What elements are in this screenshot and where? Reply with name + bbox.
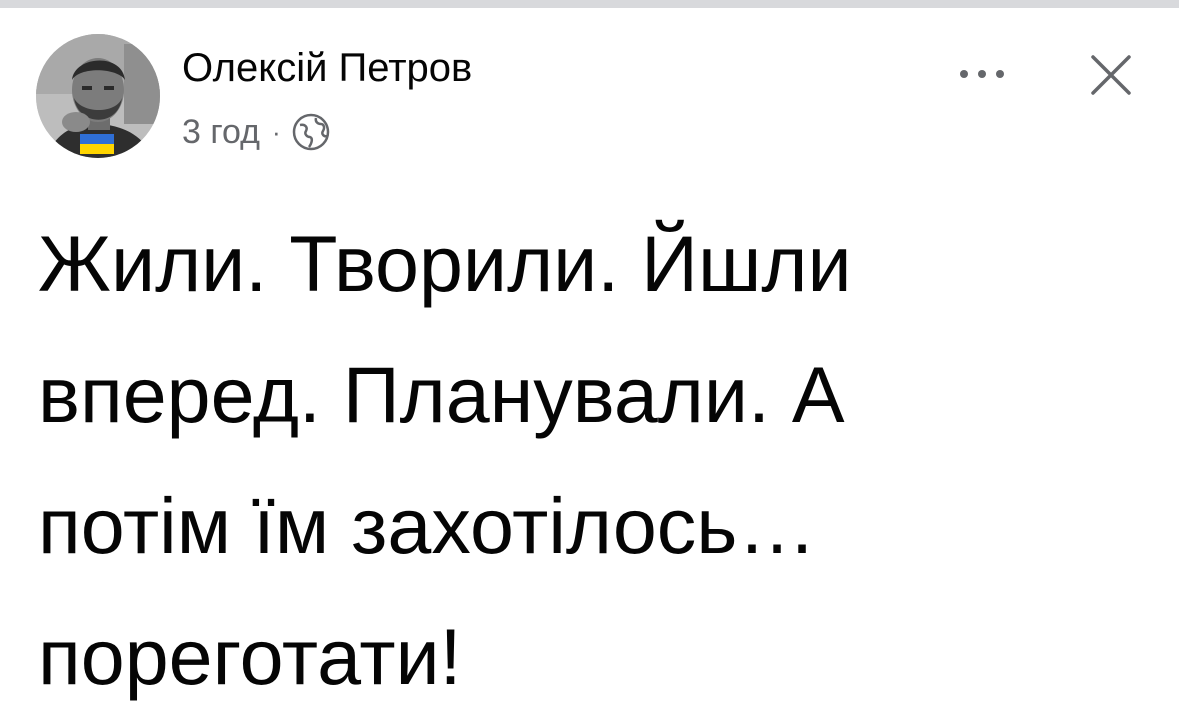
close-button[interactable] [1080, 44, 1142, 106]
close-icon [1091, 55, 1131, 95]
post-timestamp[interactable]: 3 год [182, 113, 260, 152]
more-options-icon [960, 70, 1004, 78]
more-options-button[interactable] [950, 52, 1014, 96]
avatar[interactable] [36, 34, 160, 158]
ukraine-flag-icon [80, 134, 114, 154]
author-name[interactable]: Олексій Петров [182, 44, 472, 92]
top-divider-strip [0, 0, 1179, 8]
post-text-line: Жили. Творили. Йшли [38, 219, 852, 308]
post-text: Жили. Творили. Йшли вперед. Планували. А… [38, 198, 1148, 722]
post-text-line: пореготати! [38, 612, 462, 701]
post-meta: 3 год · [182, 112, 331, 152]
post-text-line: потім їм захотілось… [38, 481, 817, 570]
post-text-line: вперед. Планували. А [38, 350, 845, 439]
meta-separator: · [272, 116, 281, 147]
globe-icon[interactable] [291, 112, 331, 152]
